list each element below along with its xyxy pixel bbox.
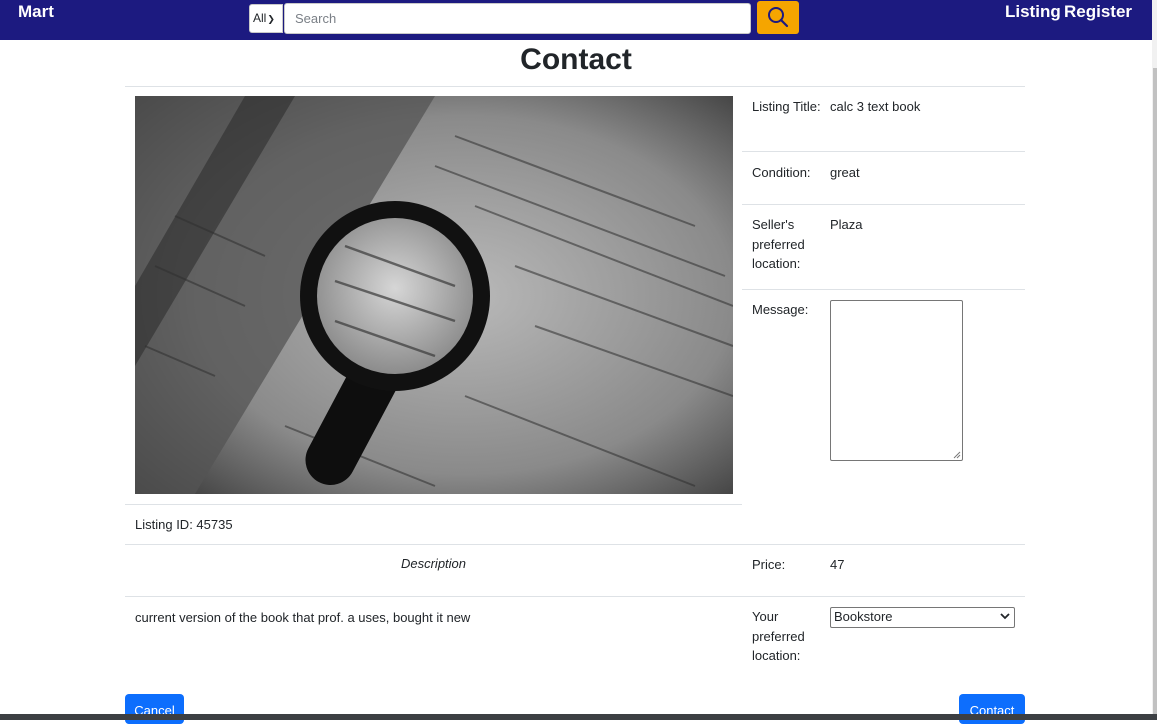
seller-location-value: Plaza (830, 217, 863, 232)
listing-photo (135, 96, 733, 494)
nav-link-listing[interactable]: Listing (1005, 2, 1061, 22)
row-divider (125, 544, 1025, 545)
listing-id: Listing ID: 45735 (135, 517, 233, 532)
row-divider (125, 596, 1025, 597)
condition-label: Condition: (752, 165, 811, 180)
listing-title-label: Listing Title: (752, 99, 821, 114)
row-divider (742, 151, 1025, 152)
page-title: Contact (520, 43, 632, 76)
row-divider (125, 504, 742, 505)
row-divider (742, 204, 1025, 205)
category-select[interactable]: All❯ (249, 4, 283, 33)
brand-link[interactable]: Mart (18, 2, 54, 22)
search-placeholder: Search (295, 11, 337, 26)
description-heading: Description (400, 556, 467, 571)
row-divider (742, 289, 1025, 290)
table-top-border (125, 86, 1025, 87)
your-location-value: Bookstore (834, 609, 893, 624)
nav-link-register[interactable]: Register (1064, 2, 1132, 22)
price-value: 47 (830, 557, 845, 572)
chevron-down-icon: ❯ (267, 14, 275, 24)
condition-value: great (830, 165, 860, 180)
seller-location-label: Seller's preferred location: (752, 217, 805, 271)
description-text: current version of the book that prof. a… (135, 610, 471, 625)
search-input[interactable]: Search (284, 3, 751, 34)
search-icon (768, 7, 789, 28)
chevron-down-icon (1000, 613, 1010, 620)
listing-title-value: calc 3 text book (830, 99, 921, 114)
category-value: All (253, 11, 267, 25)
resize-grip-icon[interactable] (953, 451, 961, 459)
top-navbar: Mart All❯ Search Listing Register (0, 0, 1152, 40)
price-label: Price: (752, 557, 786, 572)
your-location-label: Your preferred location: (752, 609, 805, 663)
message-label: Message: (752, 302, 809, 317)
message-textarea[interactable] (830, 300, 963, 461)
search-button[interactable] (757, 1, 799, 34)
scrollbar-thumb[interactable] (1153, 68, 1157, 714)
your-location-select[interactable]: Bookstore (830, 607, 1015, 628)
bottom-edge-bar (0, 714, 1157, 720)
